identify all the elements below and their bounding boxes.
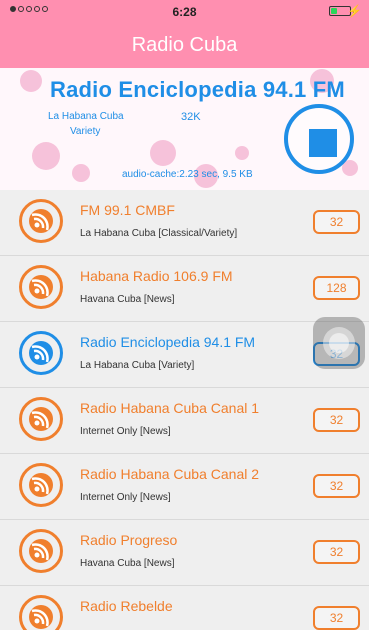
bitrate-badge: 128 [313,276,360,300]
station-details: La Habana Cuba [Classical/Variety] [80,228,238,239]
radio-icon [19,331,63,375]
station-row[interactable]: Radio Habana Cuba Canal 2 Internet Only … [0,454,369,520]
now-playing-bitrate: 32K [181,111,201,123]
lightning-icon: ⚡ [347,4,362,18]
status-bar: 6:28 ⚡ [0,0,369,22]
station-row[interactable]: FM 99.1 CMBF La Habana Cuba [Classical/V… [0,190,369,256]
now-playing-genre: Variety [70,126,101,137]
station-row[interactable]: Habana Radio 106.9 FM Havana Cuba [News]… [0,256,369,322]
now-playing-panel: Radio Enciclopedia 94.1 FM La Habana Cub… [0,68,369,190]
assistive-touch-button[interactable] [313,317,365,369]
radio-icon [19,595,63,630]
status-time: 6:28 [172,5,197,19]
now-playing-location: La Habana Cuba [48,111,124,122]
navigation-bar: 6:28 ⚡ Radio Cuba [0,0,369,68]
bitrate-badge: 32 [313,606,360,630]
station-row[interactable]: Radio Habana Cuba Canal 1 Internet Only … [0,388,369,454]
bitrate-badge: 32 [313,210,360,234]
radio-icon [19,463,63,507]
radio-icon [19,529,63,573]
station-details: Internet Only [News] [80,426,171,437]
bitrate-badge: 32 [313,540,360,564]
station-name: FM 99.1 CMBF [80,202,175,218]
station-details: Internet Only [News] [80,492,171,503]
station-name: Habana Radio 106.9 FM [80,268,233,284]
bitrate-badge: 32 [313,474,360,498]
app-screen: 6:28 ⚡ Radio Cuba Radio Enciclopedia 94.… [0,0,369,630]
now-playing-title: Radio Enciclopedia 94.1 FM [50,77,345,102]
bitrate-badge: 32 [313,408,360,432]
radio-icon [19,265,63,309]
page-title: Radio Cuba [131,34,238,56]
audio-cache-status: audio-cache:2.23 sec, 9.5 KB [122,169,253,180]
station-details: La Habana Cuba [Variety] [80,360,195,371]
assistive-touch-icon [323,327,355,359]
station-details: Havana Cuba [News] [80,558,175,569]
station-details: Havana Cuba [News] [80,294,175,305]
station-name: Radio Enciclopedia 94.1 FM [80,334,256,350]
station-name: Radio Habana Cuba Canal 1 [80,400,260,416]
stop-icon [309,129,337,157]
stop-button[interactable] [284,104,354,174]
radio-icon [19,199,63,243]
station-name: Radio Habana Cuba Canal 2 [80,466,260,482]
station-row[interactable]: Radio Rebelde 32 [0,586,369,630]
station-row[interactable]: Radio Progreso Havana Cuba [News] 32 [0,520,369,586]
station-name: Radio Rebelde [80,598,173,614]
radio-icon [19,397,63,441]
station-list[interactable]: FM 99.1 CMBF La Habana Cuba [Classical/V… [0,190,369,630]
station-name: Radio Progreso [80,532,178,548]
